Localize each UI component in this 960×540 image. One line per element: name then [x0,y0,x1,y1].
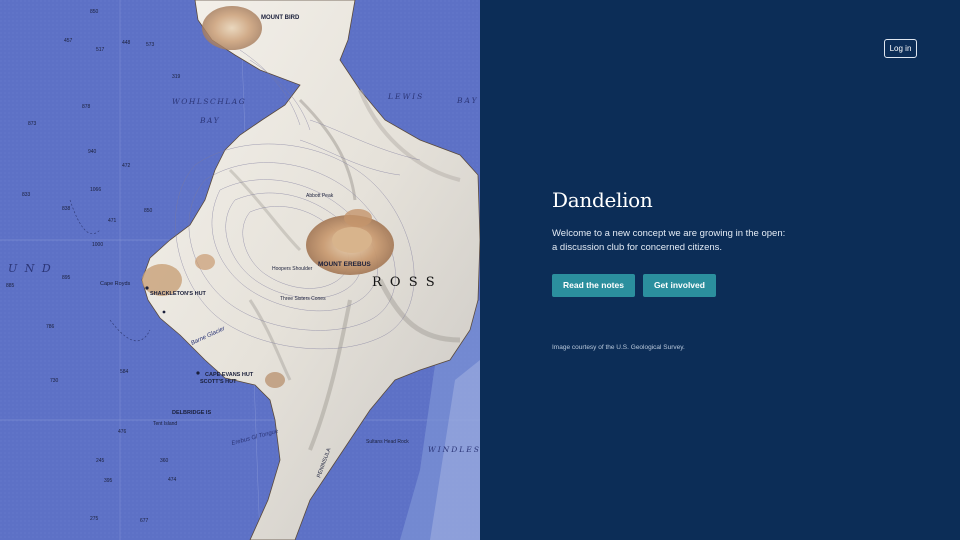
depth-label: 878 [82,104,91,110]
map-label-abbott: Abbott Peak [306,193,334,199]
depth-label: 885 [6,283,15,289]
depth-label: 360 [160,458,169,464]
depth-label: 395 [104,478,113,484]
get-involved-button[interactable]: Get involved [642,274,716,297]
map-label-mount-erebus: MOUNT EREBUS [318,261,371,268]
image-credit: Image courtesy of the U.S. Geological Su… [552,344,685,351]
depth-label: 476 [118,429,127,435]
site-title: Dandelion [552,188,653,212]
depth-label: 471 [108,218,117,224]
map-label-bay: BAY [199,116,220,125]
map-label-cape-evans: CAPE EVANS HUT [205,372,254,378]
depth-label: 457 [64,38,73,44]
depth-label: 573 [146,42,155,48]
map-label-windless: WINDLESS [428,445,480,454]
depth-label: 474 [168,477,177,483]
depth-label: 833 [22,192,31,198]
map-label-scott: SCOTT'S HUT [200,379,237,385]
hero-description: Welcome to a new concept we are growing … [552,227,792,254]
hut-marker [145,286,149,290]
depth-label: 677 [140,518,149,524]
hero-section: Dandelion Welcome to a new concept we ar… [552,186,812,351]
depth-label: 940 [88,149,97,155]
map-label-shackleton: SHACKLETON'S HUT [150,291,207,297]
map-label-tent-island: Tent Island [153,421,177,427]
map-label-hoopers: Hoopers Shoulder [272,266,313,272]
depth-label: 850 [144,208,153,214]
intro-panel: Log in Dandelion Welcome to a new concep… [480,0,960,540]
map-label-lewis: LEWIS [387,92,424,101]
map-label-mount-bird: MOUNT BIRD [261,15,300,21]
depth-label: 850 [90,9,99,15]
map-image: MOUNT BIRD WOHLSCHLAG BAY LEWIS BAY U N … [0,0,480,540]
depth-label: 275 [90,516,99,522]
hut-marker [196,371,200,375]
map-label-delbridge: DELBRIDGE IS [172,410,211,416]
depth-label: 1000 [92,242,103,248]
map-label-ross: R O S S [372,275,437,290]
hero-actions: Read the notes Get involved [552,274,812,297]
depth-label: 873 [28,121,37,127]
map-label-three-sisters: Three Sisters Cones [280,296,326,302]
map-label-sound: U N D [8,262,53,275]
depth-label: 517 [96,47,105,53]
map-label-bay2: BAY [456,96,479,105]
depth-label: 584 [120,369,129,375]
depth-label: 245 [96,458,105,464]
hut-marker [162,310,166,314]
map-label-sultans: Sultans Head Rock [366,439,409,445]
depth-label: 730 [50,378,59,384]
login-button[interactable]: Log in [884,39,917,58]
depth-label: 895 [62,275,71,281]
hero-description-line: Welcome to a new concept we are growing … [552,228,786,239]
depth-label: 1066 [90,187,101,193]
depth-label: 319 [172,74,181,80]
depth-label: 786 [46,324,55,330]
depth-label: 838 [62,206,71,212]
map-label-wohlschlag: WOHLSCHLAG [172,97,246,106]
hero-description-line: a discussion club for concerned citizens… [552,241,723,253]
depth-label: 448 [122,40,131,46]
depth-label: 472 [122,163,131,169]
read-notes-button[interactable]: Read the notes [552,274,635,297]
map-label-cape-royds: Cape Royds [100,281,131,287]
